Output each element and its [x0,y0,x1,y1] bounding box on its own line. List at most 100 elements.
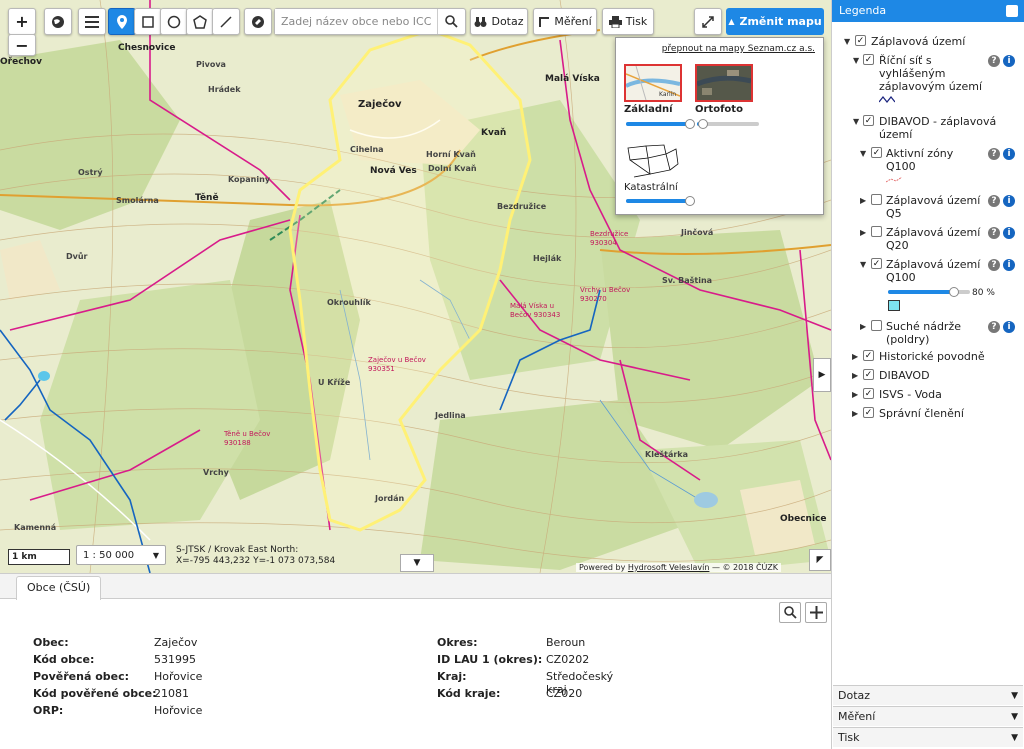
basemap-ortho-opacity[interactable] [697,119,759,129]
checkbox-q20[interactable] [871,226,882,237]
circle-tool-button[interactable] [160,8,188,35]
place-label: Jordán [375,494,405,503]
place-label: Horní Kvaň [426,150,476,159]
info-icon[interactable]: i [1003,55,1015,67]
checkbox-historic[interactable] [863,350,874,361]
info-icon[interactable]: i [1003,195,1015,207]
checkbox-dibavod[interactable] [863,369,874,380]
change-map-button[interactable]: ▲ Změnit mapu [726,8,824,35]
expand-triangle-icon[interactable]: ▼ [860,260,866,269]
checkbox-active-zones[interactable] [871,147,882,158]
place-label: U Kříže [318,378,351,387]
expand-triangle-icon[interactable]: ▼ [853,117,859,126]
place-label: Smolárna [116,196,159,205]
globe-button[interactable] [44,8,72,35]
expand-triangle-icon[interactable]: ▶ [852,352,858,361]
fullscreen-button[interactable] [694,8,722,35]
print-button[interactable]: Tisk [602,8,654,35]
search-button[interactable] [437,9,465,34]
point-tool-button[interactable] [108,8,136,35]
basemap-cadastre-opacity[interactable] [626,196,695,206]
collapse-legend-button[interactable] [1006,5,1018,17]
checkbox-floodzones[interactable] [855,35,866,46]
expand-triangle-icon[interactable]: ▶ [860,322,866,331]
line-tool-button[interactable] [212,8,240,35]
info-icon[interactable]: i [1003,259,1015,271]
polygon-tool-button[interactable] [186,8,214,35]
help-icon[interactable]: ? [988,148,1000,160]
basemap-cadastre-thumb[interactable] [624,142,682,180]
attributes-right: Okres: Beroun ID LAU 1 (okres): CZ0202 Kraj:… [437,636,613,704]
rectangle-tool-button[interactable] [134,8,162,35]
map-view[interactable]: Zaječov Nová Ves Kvaň Těně Chesnovice Malá Ví… [0,0,831,573]
expand-right-arrow[interactable]: ▶ [813,358,831,392]
checkbox-dry-tanks[interactable] [871,320,882,331]
accordion-measure[interactable]: Měření ▼ [833,706,1023,726]
basemap-basic-opacity[interactable] [626,119,695,129]
expand-bottom-arrow[interactable]: ▼ [400,554,434,572]
attribution-suffix: — © 2018 ČÚZK [709,563,778,572]
help-icon[interactable]: ? [988,259,1000,271]
expand-triangle-icon[interactable]: ▶ [852,390,858,399]
help-icon[interactable]: ? [988,227,1000,239]
expand-triangle-icon[interactable]: ▼ [853,56,859,65]
place-label: Chesnovice [118,43,176,53]
checkbox-dibavod-zones[interactable] [863,115,874,126]
place-label: Těně [195,193,219,203]
info-icon[interactable]: i [1003,321,1015,333]
checkbox-q5[interactable] [871,194,882,205]
accordion-query[interactable]: Dotaz ▼ [833,685,1023,705]
help-icon[interactable]: ? [988,321,1000,333]
expand-triangle-icon[interactable]: ▼ [860,149,866,158]
expand-icon [702,15,714,28]
expand-triangle-icon[interactable]: ▶ [852,371,858,380]
checkbox-isvs[interactable] [863,388,874,399]
place-label: Kvaň [481,128,507,138]
help-icon[interactable]: ? [988,55,1000,67]
info-icon[interactable]: i [1003,227,1015,239]
search-input[interactable] [275,9,437,34]
accordion-print[interactable]: Tisk ▼ [833,727,1023,747]
active-zone-symbol [886,177,902,183]
clear-tool-button[interactable] [244,8,272,35]
info-tabs: Obce (ČSÚ) [0,574,831,600]
checkbox-river-network[interactable] [863,54,874,65]
coordinates-readout: S-JTSK / Krovak East North: X=-795 443,2… [176,545,335,567]
seznam-link[interactable]: přepnout na mapy Seznam.cz a.s. [662,44,815,54]
binoculars-icon [474,16,487,27]
place-label: Malá Víska u Bečov 930343 [510,302,561,319]
expand-triangle-icon[interactable]: ▼ [844,37,850,46]
menu-button[interactable] [78,8,106,35]
checkbox-q100[interactable] [871,258,882,269]
basemap-ortho-thumb[interactable] [695,64,753,102]
expand-triangle-icon[interactable]: ▶ [852,409,858,418]
printer-icon [608,15,622,28]
move-icon [809,606,823,619]
pan-to-feature-button[interactable] [805,602,827,623]
svg-text:Karlín: Karlín [659,91,676,98]
query-button[interactable]: Dotaz [470,8,528,35]
checkbox-admin[interactable] [863,407,874,418]
zoom-out-button[interactable]: − [8,34,36,56]
zoom-to-feature-button[interactable] [779,602,801,623]
corner-toggle[interactable]: ◤ [809,549,831,571]
q100-opacity-slider[interactable] [888,287,970,297]
scale-select[interactable]: 1 : 50 000 ▼ [76,545,166,565]
zoom-in-button[interactable]: + [8,8,36,35]
attribution-link[interactable]: Hydrosoft Veleslavín [628,563,710,572]
place-label: Zaječov u Bečov 930351 [368,356,426,373]
attribute-row: Kraj: Středočeský kraj [437,670,613,696]
expand-triangle-icon[interactable]: ▶ [860,196,866,205]
layer-q5: Záplavová území Q5 [886,194,981,220]
tab-obce[interactable]: Obce (ČSÚ) [16,576,102,600]
info-icon[interactable]: i [1003,148,1015,160]
orthophoto-thumbnail [696,66,752,100]
expand-triangle-icon[interactable]: ▶ [860,228,866,237]
help-icon[interactable]: ? [988,195,1000,207]
measure-button[interactable]: Měření [533,8,597,35]
layer-q20: Záplavová území Q20 [886,226,981,252]
rectangle-icon [142,15,154,28]
place-label: Zaječov [358,99,402,110]
basemap-basic-thumb[interactable]: Karlín [624,64,682,102]
attribute-value: Hořovice [154,704,203,717]
